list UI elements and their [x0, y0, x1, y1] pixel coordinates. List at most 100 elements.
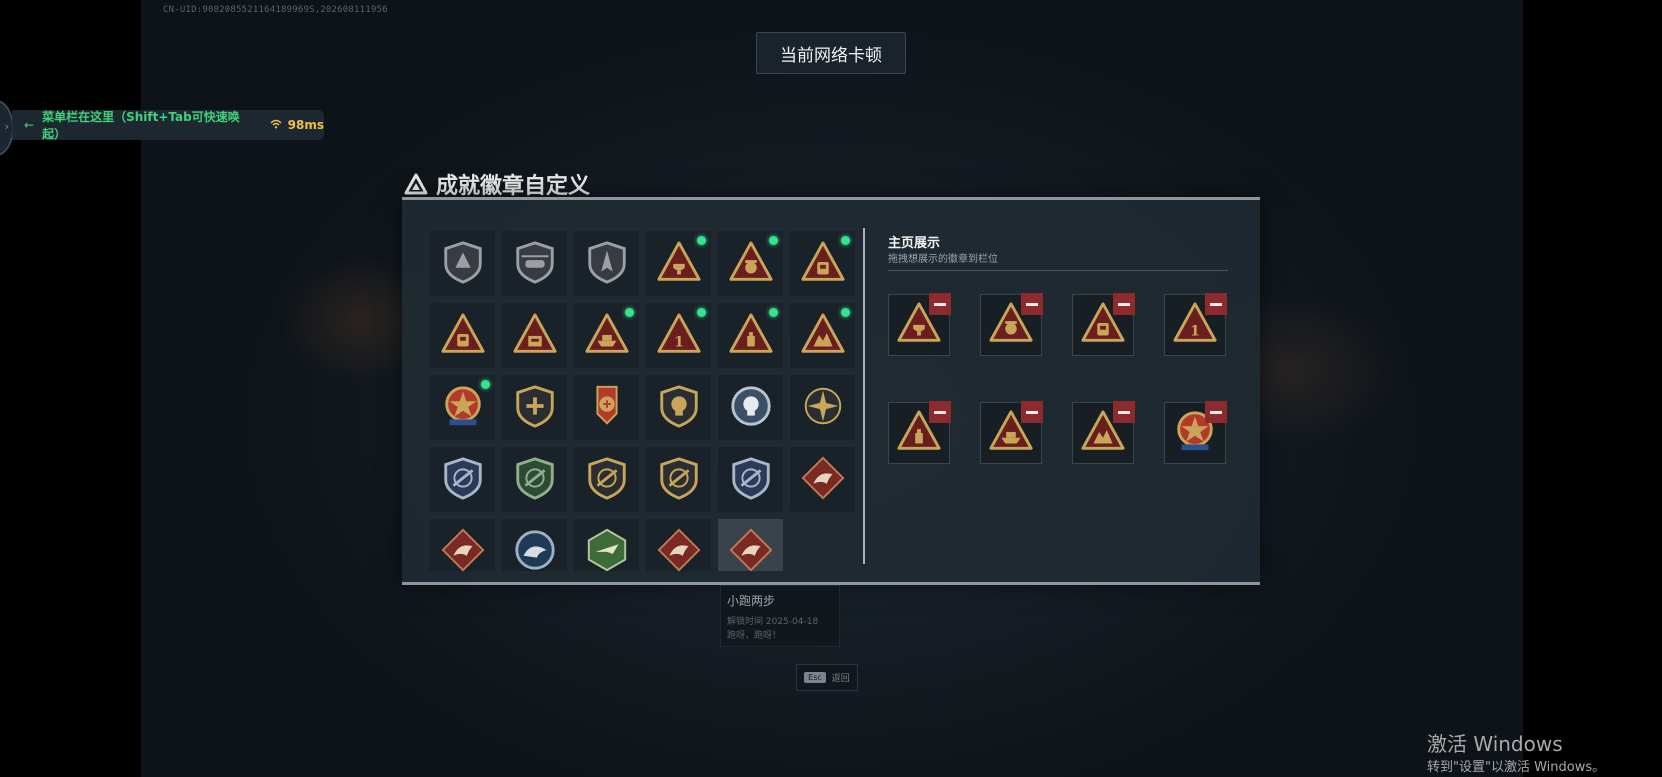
menu-hint-text: 菜单栏在这里（Shift+Tab可快速唤起）: [42, 110, 240, 141]
badge-slot[interactable]: [430, 519, 495, 571]
activate-windows-title: 激活 Windows: [1427, 732, 1563, 756]
badge-slot[interactable]: [502, 447, 567, 512]
remove-badge-button[interactable]: [1205, 401, 1227, 423]
new-badge-dot: [481, 380, 490, 389]
warning-triangle-icon: [404, 173, 428, 195]
badge-slot[interactable]: [502, 519, 567, 571]
minus-icon: [934, 302, 946, 306]
badge-slot[interactable]: [574, 447, 639, 512]
menu-hint-bar[interactable]: ← 菜单栏在这里（Shift+Tab可快速唤起） 98ms: [12, 110, 324, 141]
rifle-crossed-badge-icon: [440, 455, 486, 505]
new-badge-dot: [697, 236, 706, 245]
arrow-left-icon: ←: [24, 118, 35, 132]
badge-slot[interactable]: [718, 519, 783, 571]
remove-badge-button[interactable]: [1021, 401, 1043, 423]
showcase-slot[interactable]: [1164, 401, 1227, 464]
new-badge-dot: [769, 236, 778, 245]
badge-slot[interactable]: [502, 303, 567, 368]
minus-icon: [1026, 302, 1038, 306]
showcase-subtitle: 拖拽想展示的徽章到栏位: [888, 254, 998, 265]
panel-title: 成就徽章自定义: [404, 168, 590, 200]
minus-icon: [1210, 410, 1222, 414]
backpack-triangle-badge-icon: [800, 239, 846, 289]
badge-slot[interactable]: [718, 447, 783, 512]
back-button[interactable]: Esc 返回: [796, 664, 858, 691]
badge-slot[interactable]: [646, 231, 711, 296]
badge-slot[interactable]: [790, 447, 855, 512]
compass-round-badge-icon: [800, 383, 846, 433]
badge-slot[interactable]: [718, 375, 783, 440]
mountain-shield-badge-icon: [440, 239, 486, 289]
badge-slot[interactable]: [574, 303, 639, 368]
box-triangle-badge-icon: [512, 311, 558, 361]
remove-badge-button[interactable]: [929, 401, 951, 423]
showcase-slot[interactable]: [1072, 401, 1135, 464]
minus-icon: [934, 410, 946, 414]
svg-text:1: 1: [1190, 323, 1200, 339]
badge-slot[interactable]: [718, 303, 783, 368]
rifle-shield-badge-icon: [656, 455, 702, 505]
badge-slot[interactable]: [574, 519, 639, 571]
badge-slot[interactable]: [718, 231, 783, 296]
remove-badge-button[interactable]: [1021, 293, 1043, 315]
badge-slot[interactable]: [574, 231, 639, 296]
remove-badge-button[interactable]: [929, 293, 951, 315]
beast-diamond-badge-icon: [656, 527, 702, 572]
tooltip-description: 跑呀，跑呀！: [727, 631, 782, 641]
badge-slot[interactable]: [646, 375, 711, 440]
remove-badge-button[interactable]: [1113, 293, 1135, 315]
cross-medal-badge-icon: [584, 383, 630, 433]
plus-shield-badge-icon: [512, 383, 558, 433]
remove-badge-button[interactable]: [1113, 401, 1135, 423]
minus-icon: [1026, 410, 1038, 414]
beast-round-badge-icon: [512, 527, 558, 572]
boat-triangle-badge-icon: [584, 311, 630, 361]
panel-divider[interactable]: [863, 228, 865, 564]
badge-slot[interactable]: [790, 375, 855, 440]
new-badge-dot: [625, 308, 634, 317]
backpack-triangle-badge-icon: [440, 311, 486, 361]
jet-shield-badge-icon: [584, 239, 630, 289]
scale-triangle-badge-icon: [728, 239, 774, 289]
beast-diamond-badge-icon: [728, 527, 774, 572]
showcase-slot[interactable]: [980, 401, 1043, 464]
showcase-slot[interactable]: [980, 293, 1043, 356]
badge-tooltip: 小跑两步 解锁时间 2025-04-18 跑呀，跑呀！: [720, 585, 840, 647]
showcase-slot[interactable]: [888, 401, 951, 464]
badge-slot[interactable]: [790, 303, 855, 368]
badge-slot[interactable]: [430, 375, 495, 440]
showcase-slot[interactable]: [1072, 293, 1135, 356]
showcase-slot[interactable]: [888, 293, 951, 356]
beast-diamond-badge-icon: [440, 527, 486, 572]
badge-slot[interactable]: [502, 231, 567, 296]
showcase-slot[interactable]: 1: [1164, 293, 1227, 356]
soldier-triangle-badge-icon: [800, 311, 846, 361]
remove-badge-button[interactable]: [1205, 293, 1227, 315]
chevron-right-icon: ›: [4, 120, 9, 133]
new-badge-dot: [697, 308, 706, 317]
minus-icon: [1118, 410, 1130, 414]
lion-shield-badge-icon: [656, 383, 702, 433]
badge-slot[interactable]: [646, 519, 711, 571]
badge-slot[interactable]: 1: [646, 303, 711, 368]
badge-customize-panel: 1 主页展示 拖拽想展示的徽章到栏位 1: [402, 197, 1260, 585]
skull-round-badge-icon: [728, 383, 774, 433]
new-badge-dot: [769, 308, 778, 317]
showcase-divider: [888, 270, 1228, 271]
badge-slot[interactable]: [430, 231, 495, 296]
rifle-shield-badge-icon: [584, 455, 630, 505]
badge-slot[interactable]: [502, 375, 567, 440]
rifle-blue-badge-icon: [728, 455, 774, 505]
wifi-icon: [270, 118, 282, 132]
badge-slot[interactable]: [430, 303, 495, 368]
plane-hexagon-badge-icon: [584, 527, 630, 572]
tooltip-badge-name: 小跑两步: [727, 594, 776, 608]
panel-title-text: 成就徽章自定义: [436, 174, 591, 199]
badge-slot[interactable]: [790, 231, 855, 296]
badge-slot[interactable]: [574, 375, 639, 440]
minus-icon: [1118, 302, 1130, 306]
esc-key-hint: Esc: [804, 672, 826, 683]
number-one-triangle-badge-icon: 1: [656, 311, 702, 361]
badge-slot[interactable]: [646, 447, 711, 512]
badge-slot[interactable]: [430, 447, 495, 512]
